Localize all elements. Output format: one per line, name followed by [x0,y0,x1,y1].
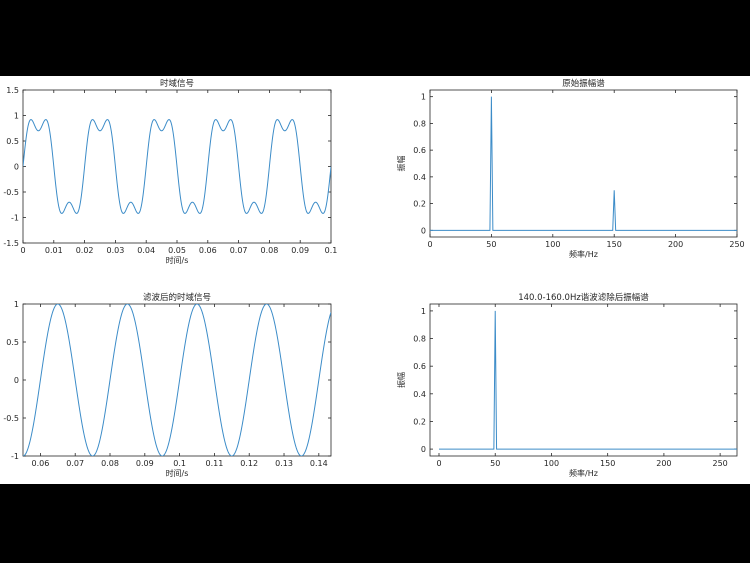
plot-time-signal-title: 时域信号 [160,78,194,89]
plot-filtered-spectrum-ytick-label: 0 [421,445,426,454]
plot-original-spectrum-xtick-label: 250 [729,240,744,249]
plot-filtered-spectrum-ytick-label: 0.8 [413,335,426,344]
plot-original-spectrum-title: 原始振幅谱 [562,78,605,89]
plot-filtered-spectrum: 140.0-160.0Hz谐波滤除后振幅谱 频率/Hz 振幅 0 50 100 150… [396,292,738,478]
plot-filtered-spectrum-xlabel: 频率/Hz [569,468,598,478]
plot-time-signal-xtick-label: 0.1 [325,246,338,255]
plot-time-signal-xtick-label: 0 [20,246,25,255]
plot-time-signal-ytick-label: 0.5 [6,137,19,146]
plot-original-spectrum-xtick-label: 50 [486,240,496,249]
plot-filtered-signal-xtick-label: 0.09 [136,459,154,468]
plot-original-spectrum-series-line [430,96,737,231]
plot-original-spectrum-ytick-label: 0.2 [413,200,426,209]
plot-filtered-spectrum-ytick-label: 1 [421,307,426,316]
plot-filtered-signal-xtick-label: 0.11 [206,459,224,468]
plot-filtered-signal-ytick-label: 1 [14,300,19,309]
plot-filtered-signal-xtick-label: 0.07 [66,459,84,468]
plot-time-signal-xlabel: 时间/s [166,255,189,265]
plot-time-signal-xtick-label: 0.01 [45,246,63,255]
plot-time-signal-xtick-label: 0.04 [137,246,155,255]
plot-time-signal-xtick-label: 0.02 [76,246,94,255]
plot-filtered-spectrum-axes-box [429,303,738,457]
plot-filtered-spectrum-ytick-label: 0.4 [413,390,426,399]
plot-filtered-spectrum-ytick-label: 0.2 [413,417,426,426]
plot-filtered-signal-ytick-label: 0 [14,376,19,385]
plot-original-spectrum-xtick-label: 0 [427,240,432,249]
plot-filtered-spectrum-xtick-label: 200 [656,459,671,468]
plot-time-signal-ytick-label: 0 [14,163,19,172]
plot-filtered-signal-xtick-label: 0.14 [310,459,328,468]
plot-filtered-signal-xtick-label: 0.13 [275,459,293,468]
plot-original-spectrum: 原始振幅谱 频率/Hz 振幅 0 50 100 150 200 250 0 0.2 0.4 0.6… [396,78,745,259]
plot-original-spectrum-xtick-label: 150 [607,240,622,249]
plot-original-spectrum-axes-box [429,89,738,238]
plot-original-spectrum-ytick-label: 0.6 [413,146,426,155]
plot-filtered-signal-xtick-label: 0.08 [101,459,119,468]
plot-filtered-spectrum-xtick-label: 0 [436,459,441,468]
plot-filtered-signal-axes-box [22,303,332,457]
plot-filtered-signal-series-line [23,304,331,456]
plot-filtered-signal-xtick-label: 0.06 [31,459,49,468]
plot-time-signal-ytick-label: 1.5 [6,86,19,95]
plot-filtered-spectrum-ytick-label: 0.6 [413,362,426,371]
plot-filtered-spectrum-title: 140.0-160.0Hz谐波滤除后振幅谱 [518,292,649,303]
plot-original-spectrum-ytick-label: 0.4 [413,173,426,182]
plot-original-spectrum-ytick-label: 0.8 [413,119,426,128]
plot-time-signal-xtick-label: 0.03 [106,246,124,255]
figure-canvas: 时域信号 时间/s 0 0.01 0.02 0.03 0.04 0.05 0.06 0.07 0… [3,78,745,478]
plot-filtered-spectrum-series-line [439,310,737,450]
plot-filtered-spectrum-xtick-label: 150 [600,459,615,468]
plot-time-signal-ytick-label: 1 [14,112,19,121]
plot-filtered-signal-xtick-label: 0.12 [240,459,258,468]
plot-filtered-signal-ytick-label: 0.5 [6,338,19,347]
plot-time-signal-xtick-label: 0.05 [168,246,186,255]
plot-original-spectrum-xtick-label: 200 [668,240,683,249]
plot-time-signal-xtick-label: 0.08 [260,246,278,255]
plot-time-signal-ytick-label: -1 [11,214,19,223]
plot-time-signal-xtick-label: 0.09 [291,246,309,255]
plot-original-spectrum-ytick-label: 1 [421,93,426,102]
plot-original-spectrum-ytick-label: 0 [421,226,426,235]
plot-filtered-spectrum-ylabel: 振幅 [396,372,406,388]
plot-filtered-spectrum-xtick-label: 50 [490,459,500,468]
plot-filtered-signal-title: 滤波后的时域信号 [143,292,211,303]
figure-window: 时域信号 时间/s 0 0.01 0.02 0.03 0.04 0.05 0.06 0.07 0… [0,76,750,484]
plot-time-signal-xtick-label: 0.06 [199,246,217,255]
plot-time-signal-ytick-label: -1.5 [3,239,19,248]
plot-time-signal-ytick-label: -0.5 [3,188,19,197]
plot-filtered-spectrum-xtick-label: 100 [544,459,559,468]
plot-original-spectrum-ylabel: 振幅 [396,156,406,172]
plot-filtered-signal: 滤波后的时域信号 时间/s 0.06 0.07 0.08 0.09 0.1 0.11 0.1… [3,292,332,478]
plot-filtered-signal-xlabel: 时间/s [166,468,189,478]
plot-filtered-signal-ytick-label: -0.5 [3,414,19,423]
plot-filtered-spectrum-xtick-label: 250 [712,459,727,468]
plot-filtered-signal-xtick-label: 0.1 [173,459,186,468]
plot-original-spectrum-xtick-label: 100 [545,240,560,249]
plot-filtered-signal-ytick-label: -1 [11,452,19,461]
plot-time-signal-xtick-label: 0.07 [230,246,248,255]
plot-time-signal: 时域信号 时间/s 0 0.01 0.02 0.03 0.04 0.05 0.06 0.07 0… [3,78,337,265]
plot-time-signal-series-line [23,119,331,214]
plot-original-spectrum-xlabel: 频率/Hz [569,249,598,259]
